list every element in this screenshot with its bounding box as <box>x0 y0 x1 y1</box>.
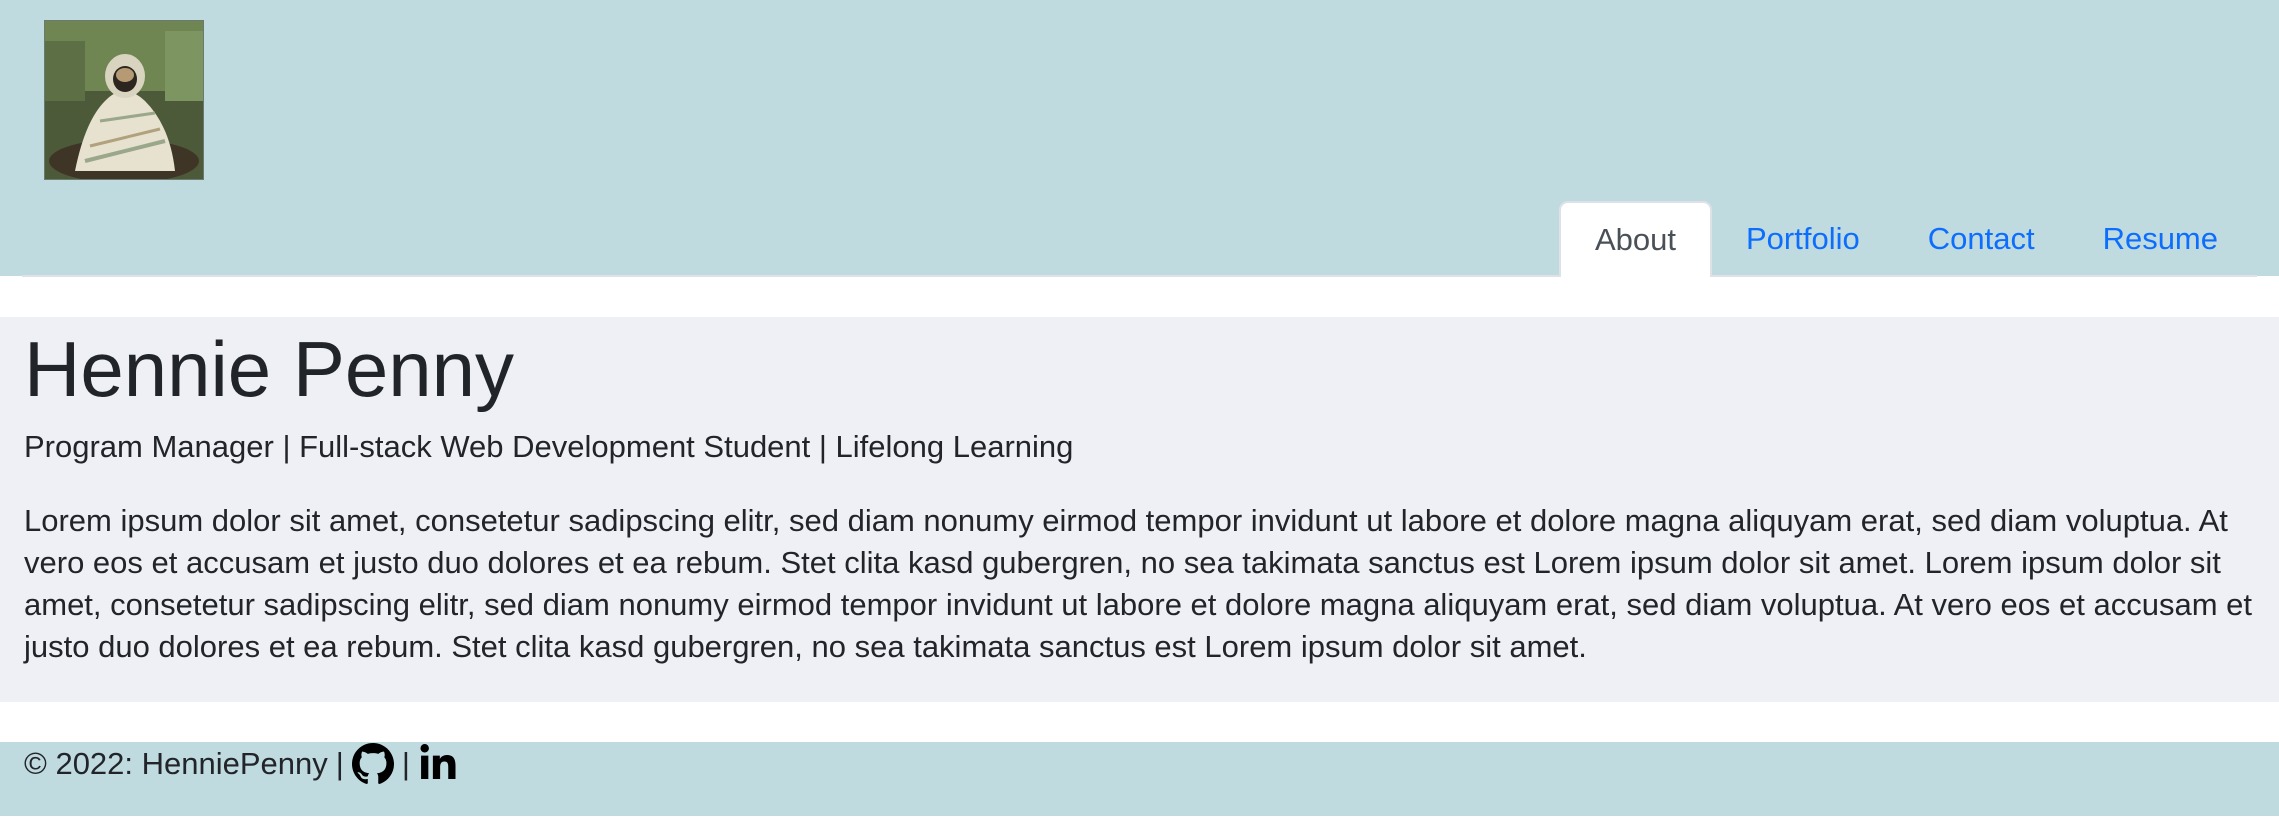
site-footer: © 2022: HenniePenny | | <box>0 742 2279 816</box>
tab-portfolio[interactable]: Portfolio <box>1712 201 1894 277</box>
footer-content: © 2022: HenniePenny | | <box>24 742 458 786</box>
linkedin-icon[interactable] <box>418 744 458 784</box>
site-header: About Portfolio Contact Resume <box>0 0 2279 277</box>
footer-separator-2: | <box>401 746 410 781</box>
tab-contact[interactable]: Contact <box>1894 201 2069 277</box>
footer-separator: | <box>335 746 344 781</box>
avatar-photo <box>45 21 203 179</box>
copyright-text: © 2022: HenniePenny <box>24 746 328 781</box>
tab-resume[interactable]: Resume <box>2069 201 2252 277</box>
main-nav: About Portfolio Contact Resume <box>1558 201 2252 277</box>
tab-about[interactable]: About <box>1558 201 1712 277</box>
bio-paragraph: Lorem ipsum dolor sit amet, consetetur s… <box>24 503 2253 664</box>
github-icon[interactable] <box>351 743 394 785</box>
page-title: Hennie Penny <box>24 325 515 413</box>
tagline: Program Manager | Full-stack Web Develop… <box>24 429 1074 464</box>
avatar <box>44 20 204 180</box>
about-section: Hennie Penny Program Manager | Full-stac… <box>0 317 2279 702</box>
